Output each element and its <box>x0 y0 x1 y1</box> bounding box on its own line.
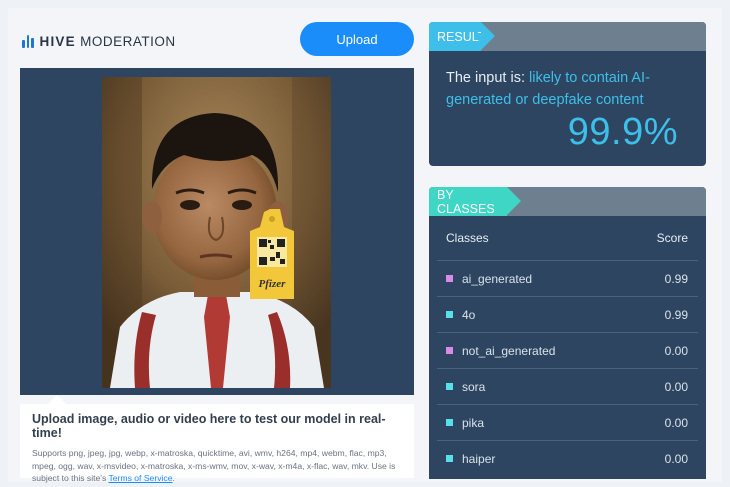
upload-button[interactable]: Upload <box>300 22 414 56</box>
terms-of-service-link[interactable]: Terms of Service <box>108 473 172 483</box>
class-color-icon <box>446 419 453 426</box>
upload-info-description: Supports png, jpeg, jpg, webp, x-matrosk… <box>32 447 402 485</box>
result-tab: RESULT <box>429 22 495 51</box>
desc-end: . <box>172 473 175 483</box>
class-score: 0.99 <box>664 307 688 322</box>
class-score: 0.00 <box>664 379 688 394</box>
image-preview-panel: Pfizer <box>20 68 414 395</box>
hive-logo-icon <box>22 35 34 48</box>
upload-info-title: Upload image, audio or video here to tes… <box>32 412 386 440</box>
hive-moderation-logo[interactable]: HIVE MODERATION <box>22 34 176 49</box>
table-row: 4o 0.99 <box>437 296 698 332</box>
class-score: 0.99 <box>664 271 688 286</box>
table-row: sora 0.00 <box>437 368 698 404</box>
class-color-icon <box>446 311 453 318</box>
supported-formats-text: Supports png, jpeg, jpg, webp, x-matrosk… <box>32 448 396 483</box>
class-score: 0.00 <box>664 415 688 430</box>
class-score: 0.00 <box>664 343 688 358</box>
class-label: sora <box>462 379 486 394</box>
class-score: 0.00 <box>664 451 688 466</box>
table-row: pika 0.00 <box>437 404 698 440</box>
class-label: not_ai_generated <box>462 343 556 358</box>
ear-tag-text: Pfizer <box>259 278 287 290</box>
uploaded-photo: Pfizer <box>102 77 331 388</box>
score-column-header: Score <box>656 231 688 245</box>
result-card-header: RESULT <box>429 22 706 51</box>
class-label: ai_generated <box>462 271 533 286</box>
info-pointer <box>48 395 66 404</box>
logo-rest-text: MODERATION <box>80 34 176 49</box>
result-text: The input is: likely to contain AI-gener… <box>446 67 696 111</box>
classes-card: BY CLASSES Classes Score ai_generated 0.… <box>429 187 706 479</box>
class-color-icon <box>446 275 453 282</box>
photo-illustration: Pfizer <box>102 77 331 388</box>
class-color-icon <box>446 383 453 390</box>
class-label: haiper <box>462 451 496 466</box>
table-row: haiper 0.00 <box>437 440 698 476</box>
class-color-icon <box>446 455 453 462</box>
classes-table-body: ai_generated 0.99 4o 0.99 not_ai_generat… <box>429 260 706 476</box>
class-label: 4o <box>462 307 476 322</box>
result-prefix: The input is: <box>446 70 530 86</box>
upload-info-box: Upload image, audio or video here to tes… <box>20 404 414 483</box>
by-classes-tab: BY CLASSES <box>429 187 521 216</box>
logo-bold-text: HIVE <box>39 34 76 49</box>
result-score: 99.9% <box>567 111 678 153</box>
table-row: not_ai_generated 0.00 <box>437 332 698 368</box>
result-card: RESULT The input is: likely to contain A… <box>429 22 706 166</box>
class-color-icon <box>446 347 453 354</box>
classes-table-header: Classes Score <box>429 216 706 260</box>
class-label: pika <box>462 415 485 430</box>
classes-column-header: Classes <box>446 231 489 245</box>
table-row: ai_generated 0.99 <box>437 260 698 296</box>
classes-card-header: BY CLASSES <box>429 187 706 216</box>
